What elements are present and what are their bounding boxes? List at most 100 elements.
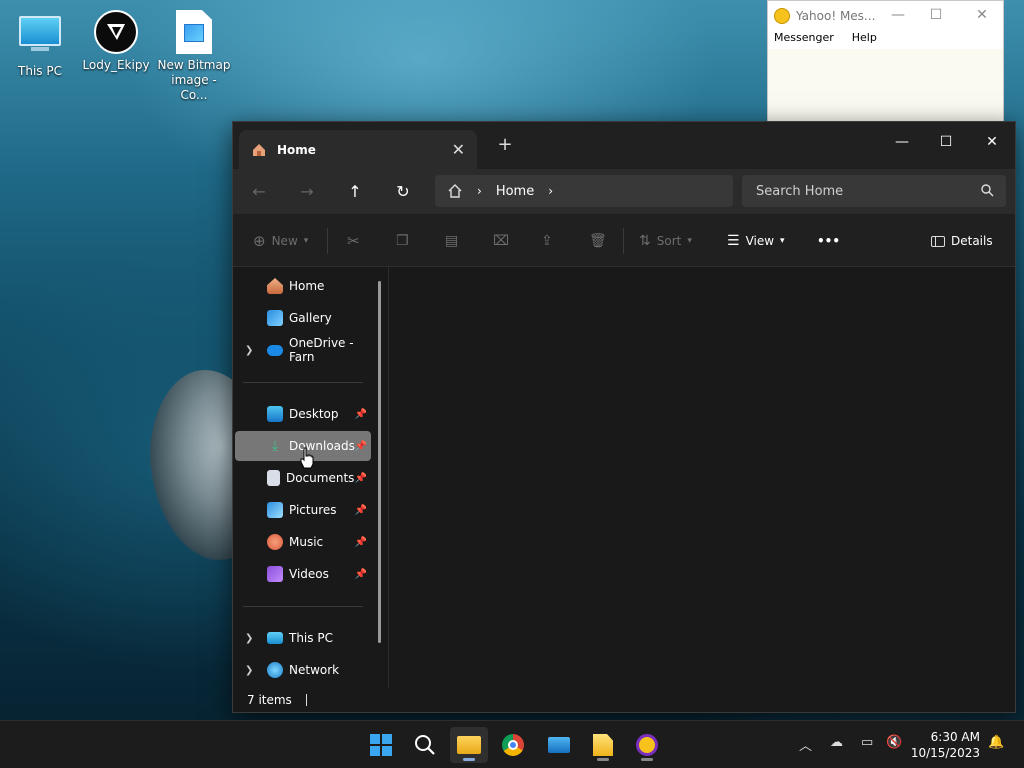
forward-arrow-icon[interactable]: → (295, 181, 319, 203)
tab-label: Home (277, 143, 316, 157)
sidebar-item-label: Pictures (289, 503, 337, 517)
sidebar-item-this-pc[interactable]: ❯ This PC (235, 623, 371, 653)
taskbar-yahoo-messenger[interactable] (628, 727, 666, 763)
yahoo-body (768, 49, 1003, 121)
sidebar-item-gallery[interactable]: Gallery (235, 303, 371, 333)
taskbar: ︿ ☁ ▭ 🔇 6:30 AM 10/15/2023 🔔 (0, 720, 1024, 768)
document-icon (267, 470, 280, 486)
sidebar-item-label: Videos (289, 567, 329, 581)
chevron-right-icon[interactable]: › (548, 184, 553, 198)
desktop-icon-lody-ekipy[interactable]: Lody_Ekipy (78, 10, 154, 73)
chevron-right-icon[interactable]: ❯ (245, 345, 253, 356)
menu-help[interactable]: Help (852, 31, 877, 49)
pin-icon[interactable]: 📌 (355, 473, 367, 484)
pin-icon[interactable]: 📌 (355, 569, 367, 580)
details-button[interactable]: Details (931, 230, 993, 252)
volume-muted-icon[interactable]: 🔇 (886, 735, 902, 750)
new-button[interactable]: ⊕ New ▾ (253, 230, 308, 252)
chevron-down-icon: ▾ (780, 236, 785, 246)
status-bar: 7 items (233, 688, 1015, 712)
show-hidden-icons-chevron-up-icon[interactable]: ︿ (799, 735, 812, 754)
search-icon (981, 184, 994, 197)
divider (327, 228, 328, 254)
clock-date: 10/15/2023 (910, 746, 980, 760)
desktop-icon-label: This PC (18, 64, 62, 78)
desktop-icon-this-pc[interactable]: This PC (2, 10, 78, 79)
onedrive-sync-icon[interactable]: ☁ (830, 735, 843, 750)
gallery-icon (267, 310, 283, 326)
sidebar-item-home[interactable]: Home (235, 271, 371, 301)
system-clock[interactable]: 6:30 AM 10/15/2023 (911, 729, 980, 761)
chevron-right-icon[interactable]: ❯ (245, 665, 253, 676)
menu-messenger[interactable]: Messenger (774, 31, 834, 49)
view-button[interactable]: ☰ View ▾ (727, 230, 785, 252)
sort-button[interactable]: ⇅ Sort ▾ (639, 230, 692, 252)
pin-icon[interactable]: 📌 (355, 537, 367, 548)
taskbar-file-explorer[interactable] (450, 727, 488, 763)
scrollbar[interactable] (378, 281, 381, 643)
navigation-pane[interactable]: Home Gallery ❯ OneDrive - Farn Desktop 📌… (233, 267, 389, 688)
close-window-icon[interactable]: ✕ (969, 128, 1015, 156)
tab-home[interactable]: Home ✕ (239, 130, 477, 170)
desktop-icon (267, 406, 283, 422)
pin-icon[interactable]: 📌 (355, 441, 367, 452)
start-button[interactable] (362, 727, 400, 763)
view-label: View (745, 234, 775, 248)
taskbar-file-app[interactable] (584, 727, 622, 763)
status-divider (305, 694, 307, 706)
more-options-icon[interactable]: ••• (817, 230, 840, 252)
details-pane-icon (931, 235, 945, 247)
maximize-icon[interactable]: ☐ (926, 7, 946, 25)
sidebar-item-label: Documents (286, 471, 355, 485)
rename-icon[interactable]: ⌧ (493, 230, 509, 252)
computer-icon (267, 632, 283, 644)
sidebar-item-desktop[interactable]: Desktop 📌 (235, 399, 371, 429)
close-tab-icon[interactable]: ✕ (452, 140, 465, 159)
breadcrumb-home[interactable]: Home (496, 184, 534, 199)
search-placeholder: Search Home (756, 183, 844, 199)
cut-icon[interactable]: ✂ (347, 230, 360, 252)
search-button[interactable] (406, 727, 444, 763)
sort-label: Sort (656, 234, 682, 248)
divider (243, 606, 363, 607)
delete-icon[interactable]: 🗑 (589, 230, 607, 252)
minimize-icon[interactable]: — (879, 128, 925, 156)
up-arrow-icon[interactable]: ↑ (343, 181, 367, 203)
maximize-icon[interactable]: ☐ (923, 128, 969, 156)
notification-bell-icon[interactable]: 🔔 (988, 735, 1004, 750)
taskbar-chrome[interactable] (494, 727, 532, 763)
address-row: ← → ↑ ↻ › Home › Search Home (233, 169, 1015, 214)
sidebar-item-videos[interactable]: Videos 📌 (235, 559, 371, 589)
close-icon[interactable]: ✕ (972, 7, 992, 25)
taskbar-remote-desktop[interactable] (540, 727, 578, 763)
copy-icon[interactable]: ❐ (396, 230, 409, 252)
desktop-icon-label: New Bitmap image - Co... (157, 58, 231, 102)
back-arrow-icon[interactable]: ← (247, 181, 271, 203)
file-list-pane[interactable] (389, 267, 1015, 688)
file-explorer-window[interactable]: Home ✕ + — ☐ ✕ ← → ↑ ↻ › Home › Search H… (232, 121, 1016, 713)
sidebar-item-label: Downloads (289, 439, 355, 453)
sidebar-item-label: Music (289, 535, 324, 549)
minimize-icon[interactable]: — (888, 7, 908, 25)
sidebar-item-network[interactable]: ❯ Network (235, 655, 371, 685)
sidebar-item-pictures[interactable]: Pictures 📌 (235, 495, 371, 525)
clock-time: 6:30 AM (930, 730, 980, 744)
chevron-right-icon[interactable]: ❯ (245, 633, 253, 644)
paste-icon[interactable]: ▤ (445, 230, 458, 252)
new-tab-icon[interactable]: + (495, 134, 515, 155)
share-icon[interactable]: ⇪ (541, 230, 553, 252)
running-indicator (597, 758, 609, 761)
refresh-icon[interactable]: ↻ (391, 181, 415, 203)
yahoo-titlebar[interactable]: Yahoo! Mes... (768, 1, 1003, 31)
sidebar-item-music[interactable]: Music 📌 (235, 527, 371, 557)
desktop-icon-new-bitmap[interactable]: New Bitmap image - Co... (156, 10, 232, 103)
search-input[interactable]: Search Home (742, 175, 1006, 207)
address-bar[interactable]: › Home › (435, 175, 733, 207)
yahoo-messenger-window[interactable]: Yahoo! Mes... — ☐ ✕ Messenger Help (767, 0, 1004, 122)
remote-desktop-icon (548, 737, 570, 753)
network-display-icon[interactable]: ▭ (861, 735, 873, 750)
pin-icon[interactable]: 📌 (355, 505, 367, 516)
sidebar-item-label: Desktop (289, 407, 339, 421)
sidebar-item-onedrive[interactable]: ❯ OneDrive - Farn (235, 335, 371, 365)
pin-icon[interactable]: 📌 (355, 409, 367, 420)
